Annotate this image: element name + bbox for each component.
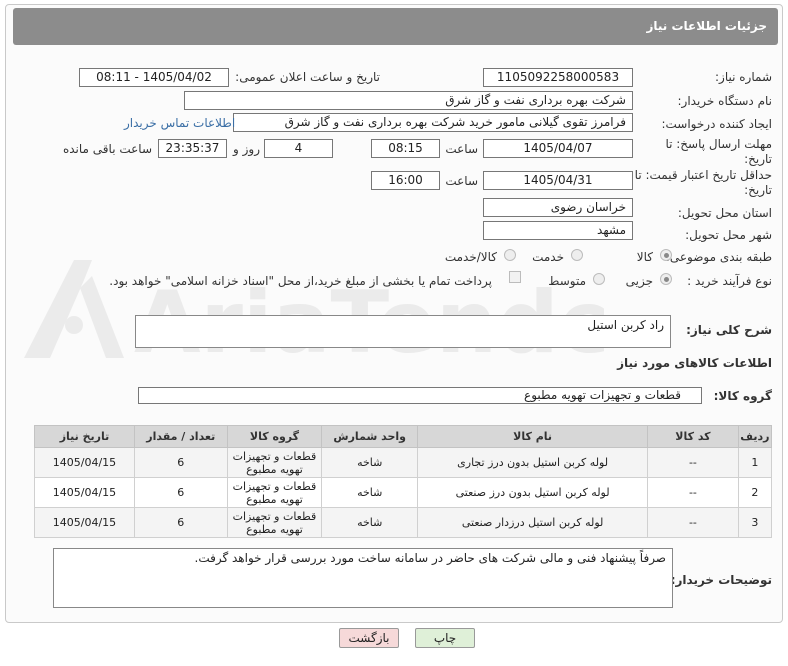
- remaining-label: ساعت باقی مانده: [62, 142, 152, 156]
- process-radio-medium[interactable]: [593, 273, 605, 285]
- city-field: مشهد: [483, 221, 633, 240]
- category-label: طبقه بندی موضوعی:: [665, 250, 772, 264]
- row-date: 1405/04/15: [34, 477, 135, 508]
- buyer-org-label: نام دستگاه خریدار:: [677, 94, 773, 108]
- payment-note: پرداخت تمام یا بخشی از مبلغ خرید،از محل …: [109, 274, 492, 288]
- row-date: 1405/04/15: [34, 507, 135, 538]
- process-option-minor: جزیی: [625, 274, 653, 288]
- row-group: قطعات و تجهیزات تهویه مطبوع: [226, 477, 323, 508]
- row-group: قطعات و تجهیزات تهویه مطبوع: [226, 507, 323, 538]
- category-option-goods: کالا: [636, 250, 653, 264]
- row-index: 3: [737, 507, 773, 538]
- process-label: نوع فرآیند خرید :: [687, 274, 772, 288]
- goods-group-field: قطعات و تجهیزات تهویه مطبوع: [138, 387, 702, 404]
- deadline-time-label: ساعت: [445, 142, 478, 156]
- buyer-org-field: شرکت بهره برداری نفت و گاز شرق: [184, 91, 633, 110]
- category-option-service: خدمت: [532, 250, 564, 264]
- validity-label: حداقل تاریخ اعتبار قیمت: تا تاریخ:: [634, 168, 772, 197]
- table-header-row: ردیف کد کالا نام کالا واحد شمارش گروه کا…: [34, 425, 773, 448]
- row-qty: 6: [133, 477, 228, 508]
- row-name: لوله کربن استیل درزدار صنعتی: [417, 507, 649, 538]
- row-code: --: [647, 477, 739, 508]
- contact-buyer-link[interactable]: اطلاعات تماس خریدار: [124, 116, 235, 130]
- print-button[interactable]: چاپ: [415, 628, 475, 648]
- panel-title: جزئیات اطلاعات نیاز: [646, 19, 767, 33]
- row-unit: شاخه: [321, 477, 419, 508]
- table-row: 1 -- لوله کربن استیل بدون درز تجاری شاخه…: [34, 447, 773, 478]
- row-index: 2: [737, 477, 773, 508]
- col-date: تاریخ نیاز: [34, 425, 135, 448]
- back-button[interactable]: بازگشت: [339, 628, 399, 648]
- row-date: 1405/04/15: [34, 447, 135, 478]
- validity-date-field: 1405/04/31: [483, 171, 633, 190]
- col-name: نام کالا: [417, 425, 649, 448]
- announce-label: تاریخ و ساعت اعلان عمومی:: [235, 70, 380, 84]
- deadline-date-field: 1405/04/07: [483, 139, 633, 158]
- need-number-field: 1105092258000583: [483, 68, 633, 87]
- deadline-time-field: 08:15: [371, 139, 440, 158]
- description-label: شرح کلی نیاز:: [686, 323, 772, 337]
- buyer-notes-label: توضیحات خریدار:: [670, 573, 772, 587]
- buyer-notes-field: صرفاً پیشنهاد فنی و مالی شرکت های حاضر د…: [53, 548, 673, 608]
- goods-section-title: اطلاعات کالاهای مورد نیاز: [617, 356, 772, 370]
- province-field: خراسان رضوی: [483, 198, 633, 217]
- col-unit: واحد شمارش: [321, 425, 419, 448]
- process-radio-minor[interactable]: [660, 273, 672, 285]
- row-name: لوله کربن استیل بدون درز تجاری: [417, 447, 649, 478]
- col-code: کد کالا: [647, 425, 739, 448]
- category-radio-goods[interactable]: [660, 249, 672, 261]
- province-label: استان محل تحویل:: [677, 206, 772, 220]
- validity-time-field: 16:00: [371, 171, 440, 190]
- category-option-both: کالا/خدمت: [444, 250, 497, 264]
- col-group: گروه کالا: [226, 425, 323, 448]
- goods-group-label: گروه کالا:: [713, 389, 772, 403]
- category-radio-both[interactable]: [504, 249, 516, 261]
- days-field: 4: [264, 139, 333, 158]
- row-code: --: [647, 507, 739, 538]
- announce-field: 1405/04/02 - 08:11: [79, 68, 229, 87]
- table-row: 3 -- لوله کربن استیل درزدار صنعتی شاخه ق…: [34, 507, 773, 538]
- creator-field: فرامرز تقوی گیلانی مامور خرید شرکت بهره …: [233, 113, 633, 132]
- deadline-label: مهلت ارسال پاسخ: تا تاریخ:: [665, 137, 772, 166]
- table-row: 2 -- لوله کربن استیل بدون درز صنعتی شاخه…: [34, 477, 773, 508]
- row-qty: 6: [133, 447, 228, 478]
- creator-label: ایجاد کننده درخواست:: [661, 117, 772, 131]
- col-qty: تعداد / مقدار: [133, 425, 228, 448]
- days-label: روز و: [233, 142, 260, 156]
- panel-header: جزئیات اطلاعات نیاز: [13, 8, 778, 45]
- city-label: شهر محل تحویل:: [685, 228, 772, 242]
- need-number-label: شماره نیاز:: [715, 70, 772, 84]
- category-radio-service[interactable]: [571, 249, 583, 261]
- description-field: راد کربن استیل: [135, 315, 671, 348]
- row-index: 1: [737, 447, 773, 478]
- row-name: لوله کربن استیل بدون درز صنعتی: [417, 477, 649, 508]
- row-group: قطعات و تجهیزات تهویه مطبوع: [226, 447, 323, 478]
- col-index: ردیف: [737, 425, 773, 448]
- row-unit: شاخه: [321, 507, 419, 538]
- row-code: --: [647, 447, 739, 478]
- process-option-medium: متوسط: [548, 274, 586, 288]
- row-qty: 6: [133, 507, 228, 538]
- row-unit: شاخه: [321, 447, 419, 478]
- treasury-payment-checkbox[interactable]: [509, 271, 521, 283]
- goods-table: ردیف کد کالا نام کالا واحد شمارش گروه کا…: [34, 425, 773, 538]
- validity-time-label: ساعت: [445, 174, 478, 188]
- remaining-time-field: 23:35:37: [158, 139, 227, 158]
